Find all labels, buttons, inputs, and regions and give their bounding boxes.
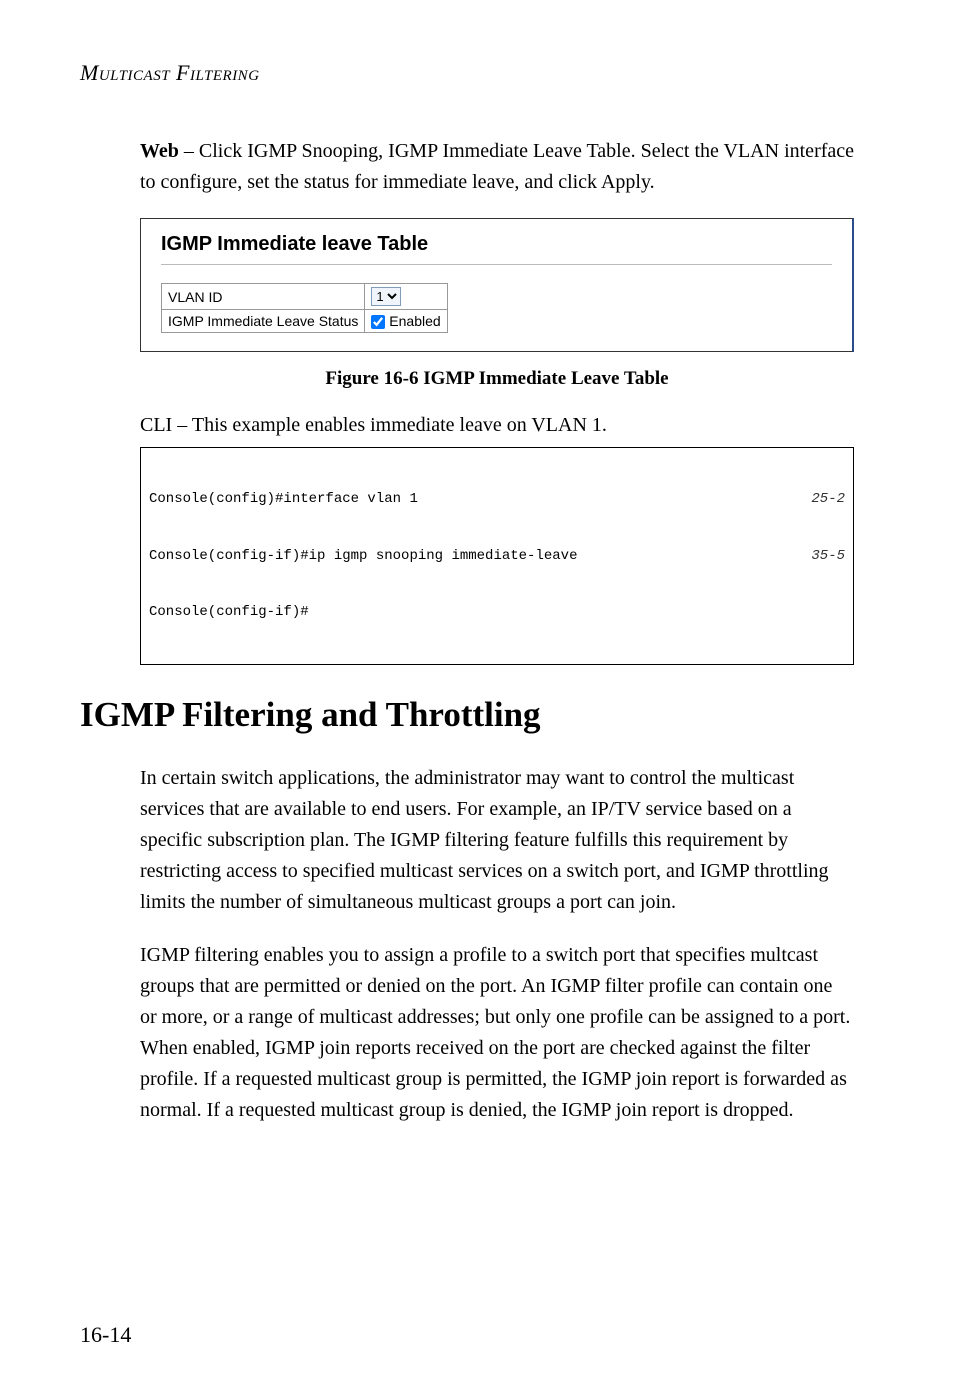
section-paragraph-1: In certain switch applications, the admi… xyxy=(140,763,854,918)
web-instructions: Web – Click IGMP Snooping, IGMP Immediat… xyxy=(140,136,854,198)
code-reference: 25-2 xyxy=(811,490,845,509)
cli-intro: CLI – This example enables immediate lea… xyxy=(140,410,854,441)
code-text: Console(config-if)# xyxy=(149,603,309,622)
code-line: Console(config-if)# xyxy=(149,603,845,622)
figure-caption: Figure 16-6 IGMP Immediate Leave Table xyxy=(140,368,854,390)
leave-status-cell: Enabled xyxy=(365,310,447,333)
web-label: Web xyxy=(140,140,179,162)
table-row: IGMP Immediate Leave Status Enabled xyxy=(162,310,448,333)
panel-table: VLAN ID 1 IGMP Immediate Leave Status En… xyxy=(161,283,448,333)
web-text: – Click IGMP Snooping, IGMP Immediate Le… xyxy=(140,140,854,193)
vlan-id-cell: 1 xyxy=(365,284,447,310)
code-line: Console(config)#interface vlan 1 25-2 xyxy=(149,490,845,509)
running-header: Multicast Filtering xyxy=(80,60,874,86)
vlan-id-label: VLAN ID xyxy=(162,284,365,310)
code-text: Console(config)#interface vlan 1 xyxy=(149,490,418,509)
section-heading: IGMP Filtering and Throttling xyxy=(80,695,854,735)
panel-title: IGMP Immediate leave Table xyxy=(161,233,832,256)
page-number: 16-14 xyxy=(80,1322,131,1348)
code-line: Console(config-if)#ip igmp snooping imme… xyxy=(149,547,845,566)
section-paragraph-2: IGMP filtering enables you to assign a p… xyxy=(140,940,854,1126)
enabled-label: Enabled xyxy=(389,313,440,329)
enabled-checkbox[interactable] xyxy=(371,315,385,329)
vlan-id-select[interactable]: 1 xyxy=(371,287,401,306)
table-row: VLAN ID 1 xyxy=(162,284,448,310)
code-text: Console(config-if)#ip igmp snooping imme… xyxy=(149,547,577,566)
code-reference: 35-5 xyxy=(811,547,845,566)
leave-status-label: IGMP Immediate Leave Status xyxy=(162,310,365,333)
cli-code-block: Console(config)#interface vlan 1 25-2 Co… xyxy=(140,447,854,665)
panel-divider xyxy=(161,264,832,265)
igmp-leave-panel: IGMP Immediate leave Table VLAN ID 1 IGM… xyxy=(140,218,854,352)
